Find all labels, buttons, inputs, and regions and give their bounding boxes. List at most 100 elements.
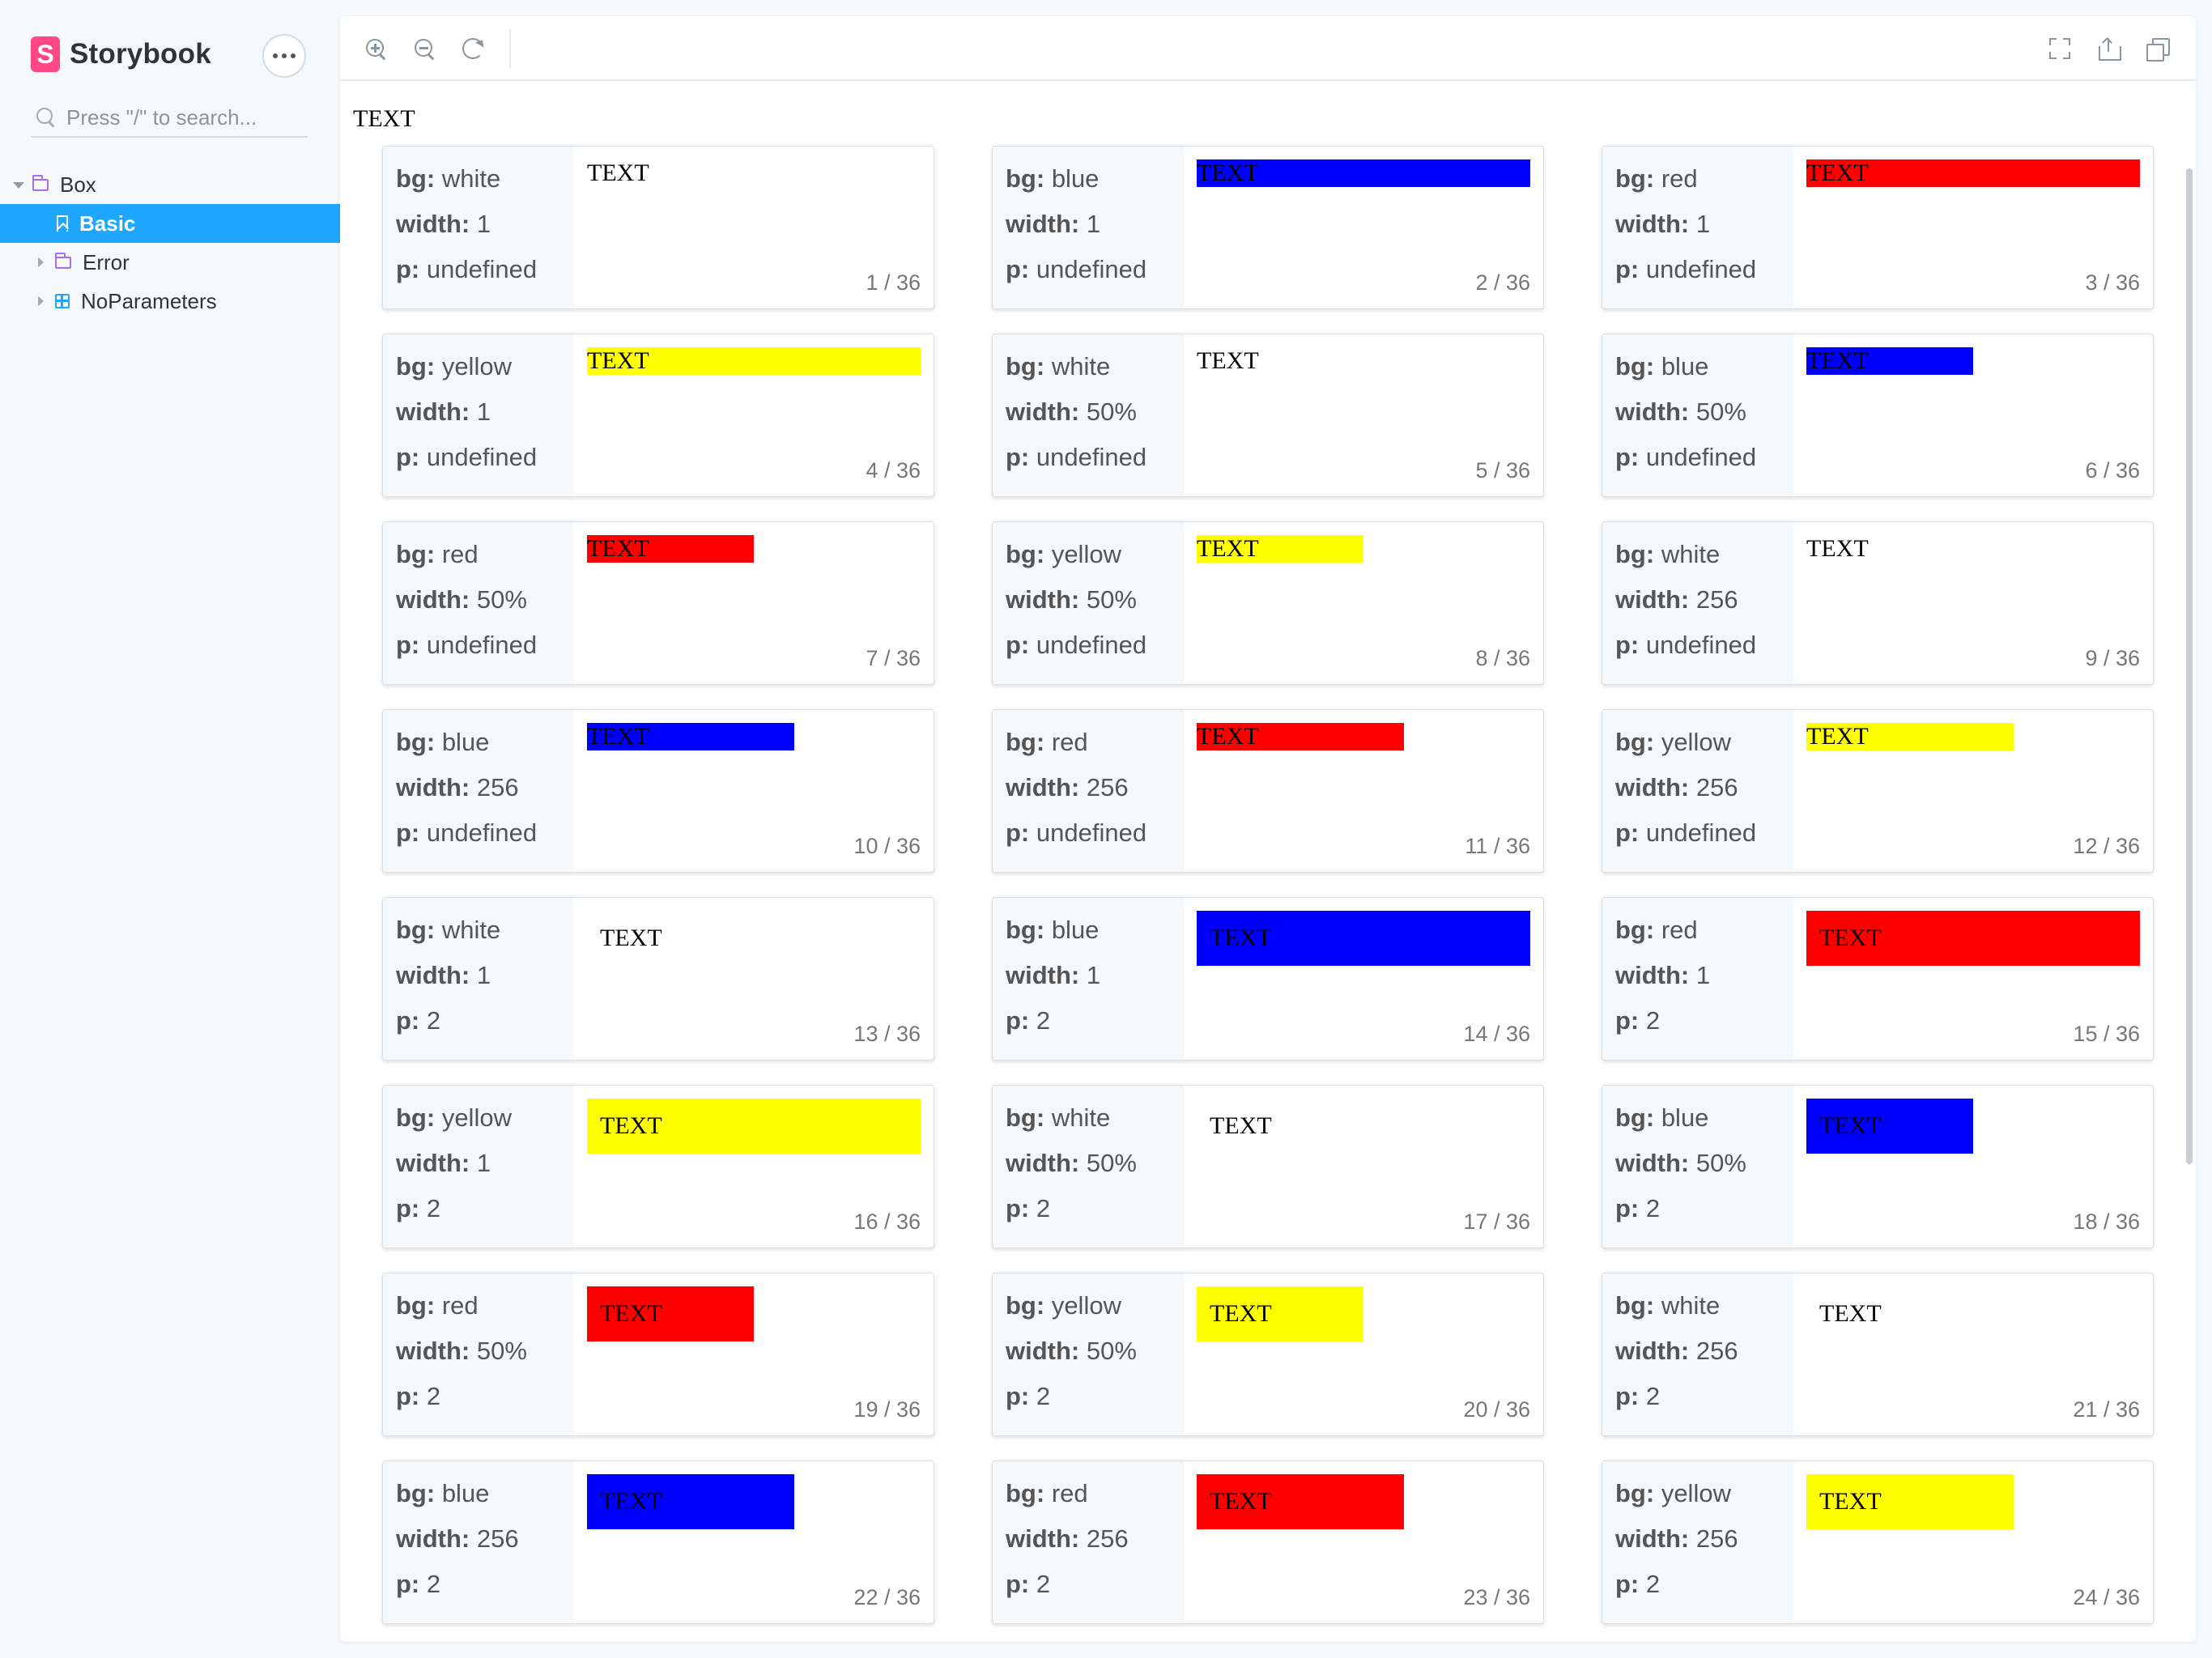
- card-preview: TEXT: [1806, 535, 2140, 648]
- prop-value: 1: [1695, 961, 1711, 989]
- prop-bg: bg: white: [1615, 532, 1793, 577]
- prop-bg: bg: white: [1006, 344, 1184, 389]
- story-counter: 18 / 36: [2073, 1209, 2140, 1234]
- prop-key: width:: [1006, 585, 1087, 614]
- card-props: bg: red width: 256 p: undefined: [993, 710, 1184, 872]
- prop-p: p: 2: [1006, 1186, 1184, 1231]
- prop-value: 50%: [476, 1337, 527, 1365]
- prop-key: width:: [396, 1149, 477, 1177]
- tree-item-basic[interactable]: Basic: [0, 204, 340, 243]
- prop-key: p:: [1615, 443, 1646, 471]
- card-props: bg: red width: 50% p: 2: [383, 1273, 574, 1435]
- prop-p: p: 2: [1615, 1186, 1793, 1231]
- zoom-out-button[interactable]: [408, 32, 440, 65]
- prop-p: p: undefined: [396, 435, 574, 480]
- prop-width: width: 1: [1006, 202, 1184, 247]
- prop-value: red: [441, 1291, 479, 1320]
- tree-item-noparameters[interactable]: NoParameters: [0, 282, 340, 321]
- card-preview: TEXT: [587, 1474, 921, 1588]
- prop-key: bg:: [396, 540, 442, 568]
- prop-value: 256: [476, 773, 519, 801]
- card-preview: TEXT: [1197, 1286, 1530, 1400]
- prop-key: p:: [1006, 1570, 1036, 1598]
- reset-zoom-button[interactable]: [457, 32, 489, 65]
- zoom-in-icon: [364, 37, 387, 60]
- card-preview: TEXT: [1197, 347, 1530, 461]
- prop-value: undefined: [1645, 443, 1757, 471]
- scrollbar[interactable]: [2186, 168, 2193, 1164]
- preview-toolbar: [340, 16, 2196, 81]
- prop-width: width: 1: [396, 1141, 574, 1186]
- prop-key: p:: [396, 1006, 427, 1035]
- prop-width: width: 50%: [396, 1329, 574, 1374]
- prop-key: bg:: [1615, 1479, 1661, 1507]
- prop-key: bg:: [396, 352, 442, 380]
- story-counter: 5 / 36: [1475, 458, 1530, 483]
- prop-p: p: 2: [1006, 1374, 1184, 1419]
- card-preview: TEXT: [1197, 1474, 1530, 1588]
- prop-p: p: 2: [396, 1186, 574, 1231]
- component-icon: [55, 294, 70, 308]
- prop-key: p:: [1006, 255, 1036, 283]
- preview-panel: TEXT bg: white width: 1 p: undefined TEXT 1 …: [340, 16, 2196, 1642]
- prop-width: width: 256: [1006, 1516, 1184, 1562]
- story-card: bg: red width: 256 p: 2 TEXT 23 / 36: [992, 1460, 1544, 1624]
- prop-key: p:: [1615, 1382, 1646, 1410]
- card-preview: TEXT: [587, 1286, 921, 1400]
- prop-value: yellow: [1661, 1479, 1731, 1507]
- prop-value: 50%: [1086, 397, 1137, 426]
- box-component: TEXT: [1197, 347, 1363, 375]
- ellipsis-icon: [273, 53, 296, 58]
- prop-value: blue: [1661, 1103, 1709, 1132]
- prop-key: p:: [1615, 1570, 1646, 1598]
- prop-value: 1: [476, 210, 491, 238]
- chevron-right-icon: [34, 295, 47, 308]
- prop-bg: bg: blue: [396, 720, 574, 765]
- fullscreen-button[interactable]: [2044, 32, 2076, 65]
- prop-p: p: undefined: [1615, 435, 1793, 480]
- search-input[interactable]: [66, 104, 301, 130]
- card-preview: TEXT: [1197, 723, 1530, 836]
- prop-width: width: 50%: [1615, 1141, 1793, 1186]
- prop-value: 2: [426, 1006, 441, 1035]
- zoom-in-button[interactable]: [359, 32, 392, 65]
- box-component: TEXT: [1806, 535, 2014, 563]
- story-counter: 23 / 36: [1463, 1585, 1530, 1609]
- prop-value: blue: [1051, 164, 1100, 193]
- prop-key: bg:: [1615, 352, 1661, 380]
- prop-value: red: [1051, 728, 1088, 756]
- prop-value: 50%: [1695, 1149, 1746, 1177]
- prop-value: 2: [426, 1194, 441, 1222]
- tree-item-box[interactable]: Box: [0, 165, 340, 204]
- menu-button[interactable]: [262, 34, 306, 78]
- card-props: bg: white width: 256 p: undefined: [1602, 522, 1793, 684]
- prop-value: 2: [1036, 1194, 1051, 1222]
- card-props: bg: white width: 256 p: 2: [1602, 1273, 1793, 1435]
- prop-p: p: undefined: [1615, 247, 1793, 292]
- tree-item-error[interactable]: Error: [0, 243, 340, 282]
- prop-key: p:: [1006, 1382, 1036, 1410]
- story-card: bg: white width: 50% p: undefined TEXT 5 / 3…: [992, 334, 1544, 497]
- share-button[interactable]: [2092, 32, 2125, 65]
- copy-link-button[interactable]: [2141, 32, 2173, 65]
- prop-key: width:: [1615, 1149, 1696, 1177]
- brand[interactable]: S Storybook: [31, 34, 211, 74]
- card-props: bg: blue width: 1 p: undefined: [993, 147, 1184, 308]
- story-counter: 24 / 36: [2073, 1585, 2140, 1609]
- storybook-logo-icon: S: [31, 36, 60, 72]
- prop-key: width:: [1006, 1149, 1087, 1177]
- prop-key: width:: [1006, 1524, 1087, 1553]
- prop-value: yellow: [441, 1103, 512, 1132]
- prop-value: white: [1661, 1291, 1721, 1320]
- prop-value: blue: [441, 1479, 490, 1507]
- prop-key: bg:: [1006, 1479, 1052, 1507]
- prop-value: blue: [441, 728, 490, 756]
- prop-bg: bg: red: [1006, 720, 1184, 765]
- prop-width: width: 1: [1615, 953, 1793, 998]
- search-icon: [34, 105, 58, 130]
- prop-value: 256: [1086, 1524, 1129, 1553]
- story-tree: Box Basic Error NoParameters: [0, 165, 340, 321]
- prop-value: undefined: [426, 443, 538, 471]
- card-preview: TEXT: [1806, 347, 2140, 461]
- prop-p: p: undefined: [1006, 810, 1184, 856]
